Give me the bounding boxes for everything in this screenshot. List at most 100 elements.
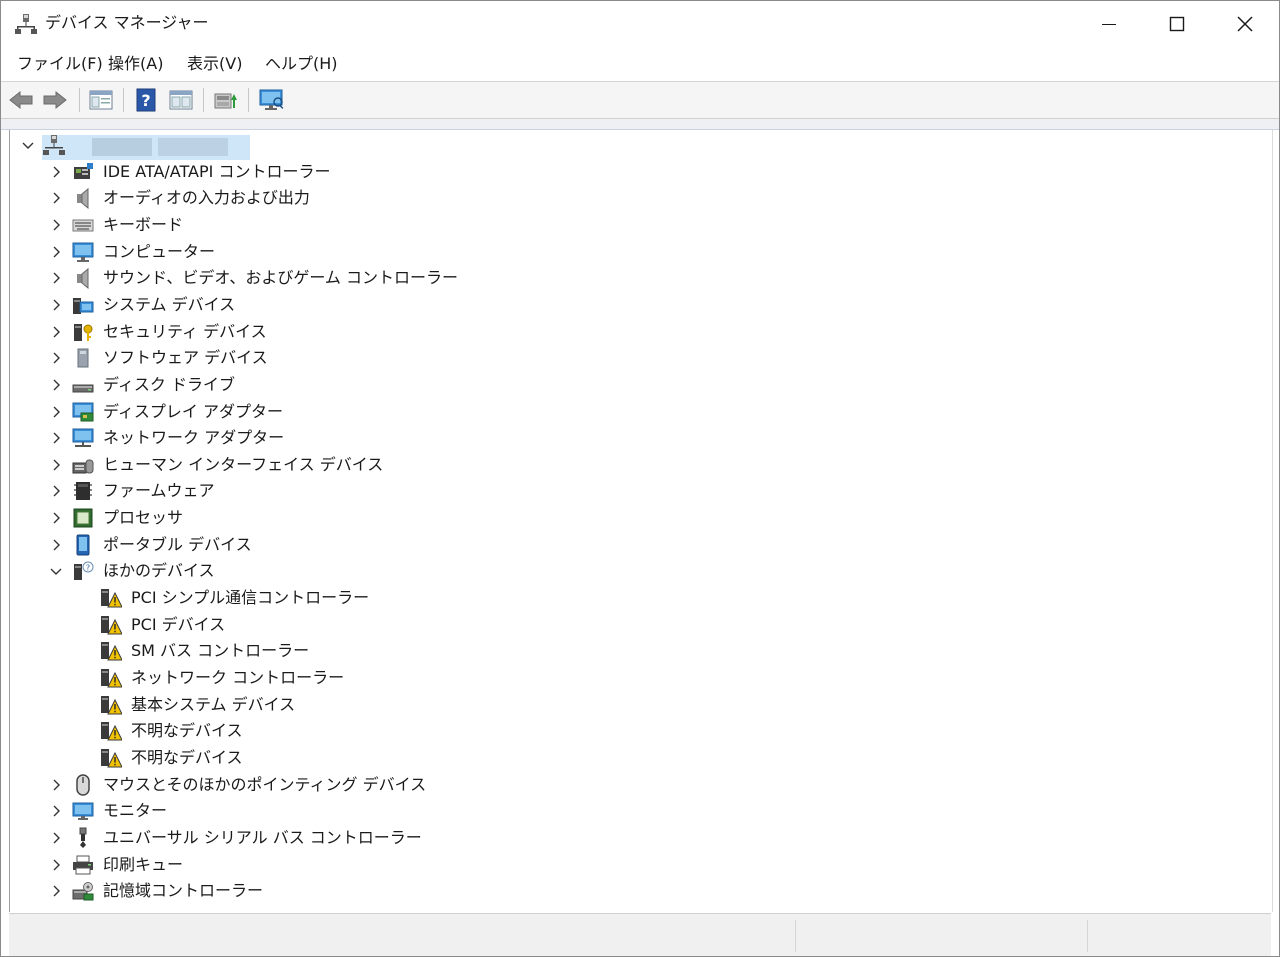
firmware-icon bbox=[74, 482, 92, 500]
minimize-button[interactable] bbox=[1075, 1, 1143, 47]
tree-category-label: オーディオの入力および出力 bbox=[103, 188, 310, 207]
tree-category[interactable]: IDE ATA/ATAPI コントローラー bbox=[10, 159, 1272, 185]
security-key-icon bbox=[74, 324, 93, 341]
help-button[interactable]: ? bbox=[132, 86, 160, 114]
device-manager-window: デバイス マネージャー ファイル(F) 操作(A) 表示(V) ヘルプ(H) ? bbox=[0, 0, 1280, 957]
chevron-right-icon[interactable] bbox=[48, 350, 64, 366]
chevron-right-icon[interactable] bbox=[48, 217, 64, 233]
tree-category[interactable]: ? ほかのデバイス bbox=[10, 558, 1272, 584]
maximize-button[interactable] bbox=[1143, 1, 1211, 47]
tree-device[interactable]: ネットワーク コントローラー bbox=[10, 665, 1272, 691]
menu-file[interactable]: ファイル(F) bbox=[15, 54, 105, 74]
warning-device-icon bbox=[101, 696, 122, 715]
scan-hardware-button[interactable] bbox=[258, 86, 286, 114]
chevron-right-icon[interactable] bbox=[48, 857, 64, 873]
tree-category-label: ポータブル デバイス bbox=[103, 535, 252, 554]
warning-device-icon bbox=[101, 642, 122, 661]
minimize-icon bbox=[1102, 24, 1116, 25]
tree-category[interactable]: ディスプレイ アダプター bbox=[10, 399, 1272, 425]
tree-category[interactable]: ヒューマン インターフェイス デバイス bbox=[10, 452, 1272, 478]
chevron-right-icon[interactable] bbox=[48, 777, 64, 793]
chevron-right-icon[interactable] bbox=[48, 270, 64, 286]
chevron-right-icon[interactable] bbox=[48, 830, 64, 846]
toolbar-separator bbox=[79, 88, 80, 112]
forward-button[interactable] bbox=[41, 86, 69, 114]
warning-device-icon bbox=[101, 616, 122, 635]
tree-category[interactable]: ネットワーク アダプター bbox=[10, 425, 1272, 451]
tree-category[interactable]: モニター bbox=[10, 798, 1272, 824]
tree-category[interactable]: ソフトウェア デバイス bbox=[10, 345, 1272, 371]
chevron-right-icon[interactable] bbox=[48, 244, 64, 260]
chevron-right-icon[interactable] bbox=[48, 190, 64, 206]
tree-device[interactable]: SM バス コントローラー bbox=[10, 638, 1272, 664]
update-driver-icon bbox=[214, 93, 237, 109]
chevron-right-icon[interactable] bbox=[48, 883, 64, 899]
title-bar[interactable]: デバイス マネージャー bbox=[1, 1, 1279, 47]
chevron-down-icon[interactable] bbox=[20, 137, 36, 153]
tree-device[interactable]: 不明なデバイス bbox=[10, 745, 1272, 771]
system-device-icon bbox=[73, 298, 94, 314]
chevron-right-icon[interactable] bbox=[48, 404, 64, 420]
computer-icon bbox=[72, 242, 94, 262]
tree-device[interactable]: 不明なデバイス bbox=[10, 718, 1272, 744]
show-hide-console-tree-button[interactable] bbox=[87, 86, 115, 114]
chevron-down-icon[interactable] bbox=[48, 563, 64, 579]
tree-category[interactable]: コンピューター bbox=[10, 239, 1272, 265]
tree-category-label: ソフトウェア デバイス bbox=[103, 348, 268, 367]
back-button[interactable] bbox=[7, 86, 35, 114]
tree-category[interactable]: ディスク ドライブ bbox=[10, 372, 1272, 398]
view-button[interactable] bbox=[167, 86, 195, 114]
tree-device-label: 基本システム デバイス bbox=[131, 695, 296, 714]
tree-category[interactable]: オーディオの入力および出力 bbox=[10, 185, 1272, 211]
menu-view[interactable]: 表示(V) bbox=[185, 54, 244, 74]
tree-category-label: ディスプレイ アダプター bbox=[103, 402, 283, 421]
chevron-right-icon[interactable] bbox=[48, 537, 64, 553]
chevron-right-icon[interactable] bbox=[48, 164, 64, 180]
tree-device[interactable]: PCI デバイス bbox=[10, 612, 1272, 638]
tree-category[interactable]: 印刷キュー bbox=[10, 852, 1272, 878]
chevron-right-icon[interactable] bbox=[48, 377, 64, 393]
chevron-right-icon[interactable] bbox=[48, 510, 64, 526]
tree-category-label: キーボード bbox=[103, 215, 184, 234]
toolbar-separator bbox=[203, 88, 204, 112]
chevron-right-icon[interactable] bbox=[48, 803, 64, 819]
tree-category[interactable]: 記憶域コントローラー bbox=[10, 878, 1272, 904]
disk-drive-icon bbox=[72, 384, 94, 393]
tree-category[interactable]: マウスとそのほかのポインティング デバイス bbox=[10, 772, 1272, 798]
chevron-right-icon[interactable] bbox=[48, 457, 64, 473]
tree-category[interactable]: ポータブル デバイス bbox=[10, 532, 1272, 558]
update-driver-button[interactable] bbox=[212, 86, 240, 114]
tree-category-label: システム デバイス bbox=[103, 295, 236, 314]
menu-help[interactable]: ヘルプ(H) bbox=[263, 54, 340, 74]
tree-category-label: ほかのデバイス bbox=[103, 561, 215, 580]
tree-category[interactable]: ユニバーサル シリアル バス コントローラー bbox=[10, 825, 1272, 851]
tree-category[interactable]: システム デバイス bbox=[10, 292, 1272, 318]
chevron-right-icon[interactable] bbox=[48, 297, 64, 313]
menu-action[interactable]: 操作(A) bbox=[106, 54, 165, 74]
tree-category-label: サウンド、ビデオ、およびゲーム コントローラー bbox=[103, 268, 459, 287]
device-tree[interactable]: IDE ATA/ATAPI コントローラーオーディオの入力および出力 キーボードコ… bbox=[9, 130, 1273, 912]
tree-device-label: ネットワーク コントローラー bbox=[131, 668, 345, 687]
other-devices-icon: ? bbox=[74, 561, 94, 580]
display-adapter-icon bbox=[72, 402, 94, 422]
computer-root-icon bbox=[43, 135, 65, 155]
tree-device[interactable]: PCI シンプル通信コントローラー bbox=[10, 585, 1272, 611]
tree-category[interactable]: セキュリティ デバイス bbox=[10, 319, 1272, 345]
tree-category-label: ユニバーサル シリアル バス コントローラー bbox=[103, 828, 422, 847]
tree-category[interactable]: キーボード bbox=[10, 212, 1272, 238]
tree-category-label: セキュリティ デバイス bbox=[103, 322, 267, 341]
tree-category[interactable]: ファームウェア bbox=[10, 478, 1272, 504]
tree-device[interactable]: 基本システム デバイス bbox=[10, 692, 1272, 718]
chevron-right-icon[interactable] bbox=[48, 483, 64, 499]
back-arrow-icon bbox=[9, 90, 33, 110]
chevron-right-icon[interactable] bbox=[48, 430, 64, 446]
view-pane-icon bbox=[169, 90, 193, 110]
chevron-right-icon[interactable] bbox=[48, 324, 64, 340]
network-adapter-icon bbox=[72, 428, 94, 447]
tree-category[interactable]: サウンド、ビデオ、およびゲーム コントローラー bbox=[10, 265, 1272, 291]
close-button[interactable] bbox=[1211, 1, 1279, 47]
tree-root[interactable] bbox=[10, 132, 1272, 160]
warning-device-icon bbox=[101, 669, 122, 688]
status-bar bbox=[9, 913, 1271, 956]
tree-category[interactable]: プロセッサ bbox=[10, 505, 1272, 531]
